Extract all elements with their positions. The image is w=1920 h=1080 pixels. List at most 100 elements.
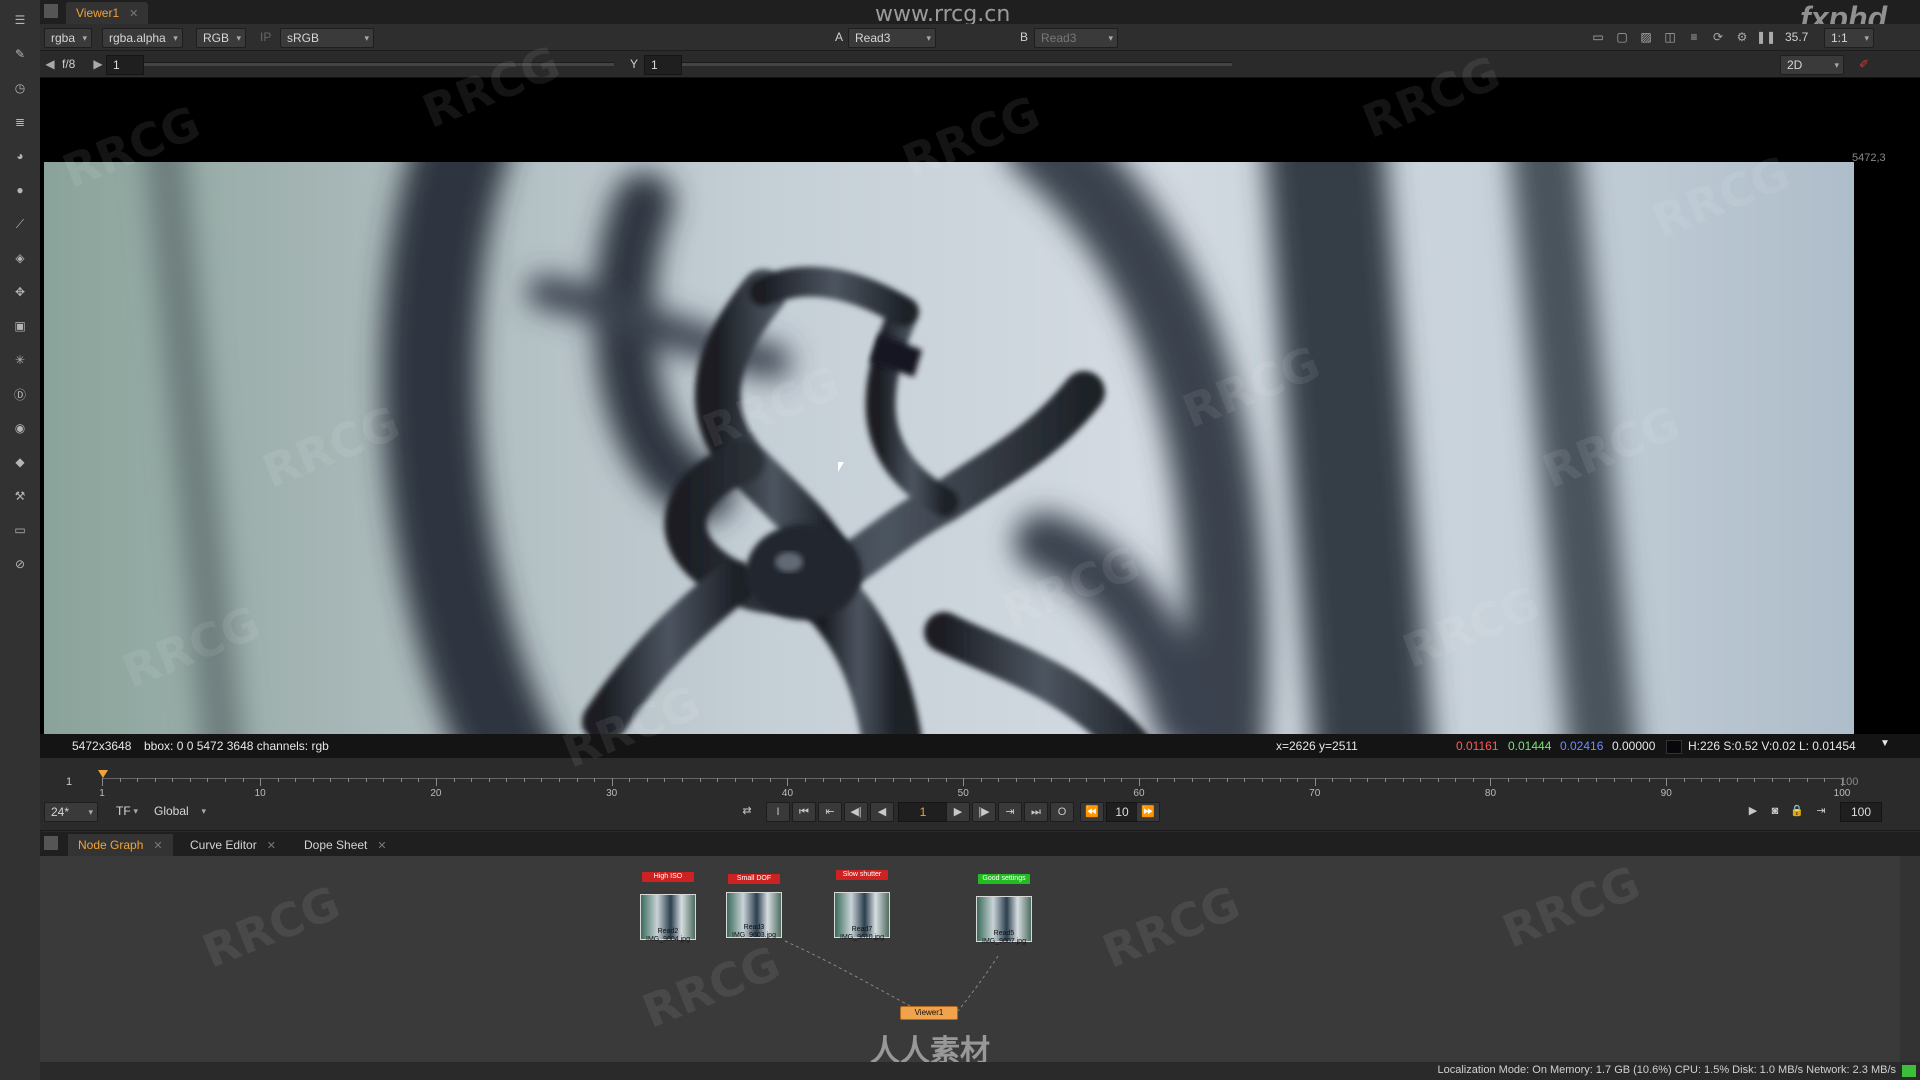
tf-dropdown[interactable]: TF xyxy=(110,802,142,820)
timeline-tick xyxy=(576,778,578,782)
play-backward-icon[interactable]: ◀ xyxy=(870,802,894,822)
wipe-icon[interactable]: ◫ xyxy=(1662,29,1678,45)
guides-icon[interactable]: ≡ xyxy=(1686,29,1702,45)
input-b-dropdown[interactable]: Read3 xyxy=(1034,28,1118,48)
filter-icon[interactable]: ● xyxy=(8,178,32,202)
timeline-tick xyxy=(383,778,385,782)
timeline-tick xyxy=(541,778,543,782)
gamma-input[interactable]: 1 xyxy=(644,55,682,75)
close-icon[interactable]: ✕ xyxy=(129,8,138,20)
node-label: Read5 IMG_9607.jpg xyxy=(982,930,1026,945)
node-graph-scrollbar[interactable] xyxy=(1900,856,1920,1062)
playhead-icon[interactable] xyxy=(98,770,108,778)
overlay-icon[interactable]: ▢ xyxy=(1614,29,1630,45)
other-icon[interactable]: ▭ xyxy=(8,518,32,542)
paint-icon[interactable]: ✐ xyxy=(1856,56,1872,72)
view-mode-dropdown[interactable]: 2D xyxy=(1780,55,1844,75)
timeline-track[interactable] xyxy=(102,778,1842,779)
color-icon[interactable]: ◕ xyxy=(8,144,32,168)
3d-icon[interactable]: ▣ xyxy=(8,314,32,338)
tab-node-graph[interactable]: Node Graph ✕ xyxy=(68,834,173,856)
node-graph-canvas[interactable]: High ISO Read2 IMG_9604.jpg Small DOF Rea… xyxy=(40,856,1900,1070)
step-input[interactable]: 10 xyxy=(1106,802,1138,822)
alpha-dropdown[interactable]: rgba.alpha xyxy=(102,28,183,48)
range-icon[interactable]: ⇥ xyxy=(1810,802,1832,820)
timeline-tick xyxy=(207,778,209,782)
pause-icon[interactable]: ❚❚ xyxy=(1756,29,1776,45)
info-dropdown-icon[interactable]: ▼ xyxy=(1880,738,1890,749)
viewer-node[interactable]: Viewer1 xyxy=(900,1006,958,1020)
channel-icon[interactable]: ≣ xyxy=(8,110,32,134)
fstop-label: f/8 xyxy=(62,57,76,71)
current-frame-input[interactable]: 1 xyxy=(898,802,948,822)
fps-dropdown[interactable]: 24* xyxy=(44,802,98,822)
timeline-tick xyxy=(1824,778,1826,782)
timeline-tick xyxy=(928,778,930,782)
tab-viewer1[interactable]: Viewer1 ✕ xyxy=(66,2,149,24)
step-back-icon[interactable]: ⏪ xyxy=(1080,802,1104,822)
timeline-tick xyxy=(435,778,437,786)
ratio-dropdown[interactable]: 1:1 xyxy=(1824,28,1874,48)
end-frame-input[interactable]: 100 xyxy=(1840,802,1882,822)
global-dropdown[interactable]: Global xyxy=(148,802,210,820)
close-icon[interactable]: ✕ xyxy=(377,840,386,852)
node-graph-tab-bar: Node Graph ✕ Curve Editor ✕ Dope Sheet ✕ xyxy=(40,832,1920,856)
timeline-tick xyxy=(1033,778,1035,782)
colorspace-dropdown[interactable]: sRGB xyxy=(280,28,374,48)
keyer-icon[interactable]: ⟋ xyxy=(8,212,32,236)
in-point-button[interactable]: I xyxy=(766,802,790,822)
transform-icon[interactable]: ✥ xyxy=(8,280,32,304)
pane-menu-icon[interactable] xyxy=(44,4,58,18)
loop-icon[interactable]: ⇄ xyxy=(736,802,758,820)
draw-icon[interactable]: ✎ xyxy=(8,42,32,66)
input-a-dropdown[interactable]: Read3 xyxy=(848,28,936,48)
particles-icon[interactable]: ✳ xyxy=(8,348,32,372)
gamma-slider[interactable] xyxy=(682,62,1232,66)
display-dropdown[interactable]: RGB xyxy=(196,28,247,48)
timeline-tick xyxy=(1402,778,1404,782)
out-point-button[interactable]: O xyxy=(1050,802,1074,822)
fstop-up-icon[interactable]: ▶ xyxy=(90,56,106,72)
play-forward-icon[interactable]: ▶ xyxy=(946,802,970,822)
toolsets-icon[interactable]: ⚒ xyxy=(8,484,32,508)
close-icon[interactable]: ✕ xyxy=(153,840,162,852)
next-keyframe-icon[interactable]: ⇥ xyxy=(998,802,1022,822)
step-forward-icon[interactable]: ⏩ xyxy=(1136,802,1160,822)
checker-icon[interactable]: ▨ xyxy=(1638,29,1654,45)
next-frame-icon[interactable]: |▶ xyxy=(972,802,996,822)
tab-label: Dope Sheet xyxy=(304,838,368,852)
refresh-icon[interactable]: ⟳ xyxy=(1710,29,1726,45)
cache-icon[interactable]: ◙ xyxy=(1764,802,1786,820)
viewer-canvas[interactable]: 5472,3 xyxy=(40,78,1920,734)
pane-menu-icon[interactable] xyxy=(44,836,58,850)
timeline-tick xyxy=(1068,778,1070,782)
prev-keyframe-icon[interactable]: ⇤ xyxy=(818,802,842,822)
gain-slider[interactable] xyxy=(144,62,614,66)
merge-icon[interactable]: ◈ xyxy=(8,246,32,270)
timeline-tick xyxy=(1648,778,1650,782)
close-icon[interactable]: ✕ xyxy=(267,840,276,852)
furnace-icon[interactable]: ⊘ xyxy=(8,552,32,576)
format-label: 5472,3 xyxy=(1852,152,1886,164)
views-icon[interactable]: ◉ xyxy=(8,416,32,440)
timeline-tick xyxy=(453,778,455,782)
last-frame-icon[interactable]: ⏭ xyxy=(1024,802,1048,822)
flipbook-icon[interactable]: ▶ xyxy=(1742,802,1764,820)
deep-icon[interactable]: Ⓓ xyxy=(8,382,32,406)
tab-dope-sheet[interactable]: Dope Sheet ✕ xyxy=(294,834,397,856)
timeline-tick xyxy=(1209,778,1211,782)
ip-toggle[interactable]: IP xyxy=(260,24,271,50)
roi-icon[interactable]: ▭ xyxy=(1590,29,1606,45)
first-frame-icon[interactable]: ⏮ xyxy=(792,802,816,822)
tab-curve-editor[interactable]: Curve Editor ✕ xyxy=(180,834,286,856)
metadata-icon[interactable]: ◆ xyxy=(8,450,32,474)
channels-dropdown[interactable]: rgba xyxy=(44,28,93,48)
menu-icon[interactable]: ☰ xyxy=(8,8,32,32)
fstop-down-icon[interactable]: ◀ xyxy=(42,56,58,72)
gain-input[interactable]: 1 xyxy=(106,55,144,75)
settings-icon[interactable]: ⚙ xyxy=(1734,29,1750,45)
timeline-tick xyxy=(1806,778,1808,782)
lock-icon[interactable]: 🔒 xyxy=(1786,802,1808,820)
prev-frame-icon[interactable]: ◀| xyxy=(844,802,868,822)
time-icon[interactable]: ◷ xyxy=(8,76,32,100)
